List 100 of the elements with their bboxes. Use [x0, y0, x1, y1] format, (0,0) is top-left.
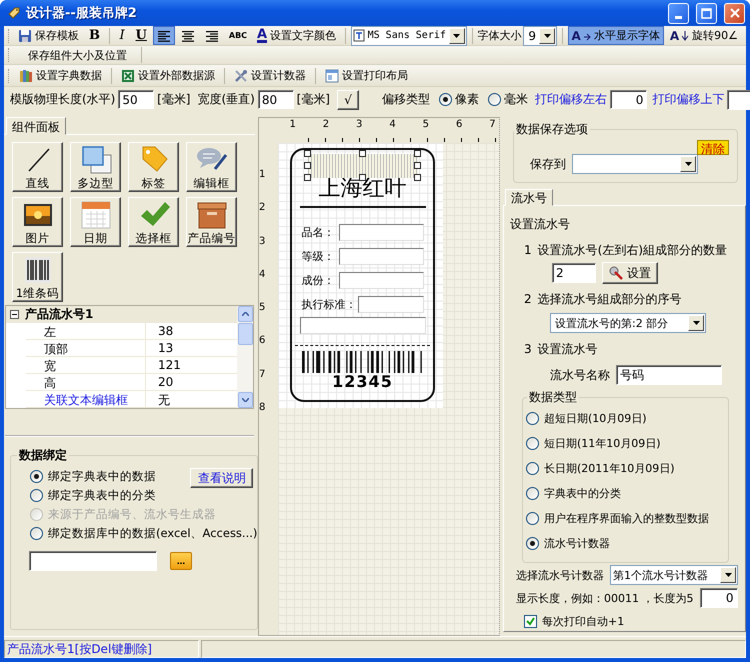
offset-x-field[interactable]: 0 — [610, 90, 648, 109]
ruler-number: 7 — [488, 118, 497, 132]
design-workspace[interactable]: 上海红叶 品名： 等级： 成份： 执行标准： 12345 — [278, 143, 499, 635]
right-arrow-icon — [584, 30, 591, 40]
ruler-number: 2 — [322, 118, 330, 132]
field-label[interactable]: 执行标准： — [302, 297, 356, 312]
tool-button[interactable]: 日期 — [70, 197, 121, 247]
property-value[interactable]: 无 — [146, 391, 170, 407]
group-title: 数据类型 — [528, 389, 578, 406]
font-orientation-button[interactable]: A 水平显示字体 — [568, 26, 664, 45]
font-size-dropdown[interactable]: 9 — [523, 26, 558, 46]
hang-tag[interactable]: 上海红叶 品名： 等级： 成份： 执行标准： 12345 — [290, 148, 435, 402]
radio-button[interactable] — [439, 93, 452, 106]
save-to-dropdown[interactable] — [572, 154, 698, 174]
ruler-number: 6 — [259, 335, 266, 348]
radio-button[interactable] — [526, 512, 539, 525]
bold-button[interactable]: B — [85, 26, 104, 45]
ruler-number: 4 — [259, 268, 266, 282]
help-button[interactable]: 查看说明 — [190, 468, 254, 488]
toolbar-button[interactable]: 设置字典数据 — [15, 66, 106, 85]
width-label: 宽度(垂直) — [198, 91, 255, 108]
apply-button[interactable]: √ — [337, 90, 360, 110]
panel-tab[interactable]: 组件面板 — [6, 117, 66, 135]
field-label[interactable]: 品名： — [302, 225, 338, 240]
tool-button[interactable]: 直线 — [12, 142, 63, 192]
scrollbar-thumb[interactable] — [238, 323, 252, 345]
serial-number-tab[interactable]: 流水号 — [505, 189, 553, 206]
radio-button[interactable] — [526, 537, 539, 550]
section-heading: 设置流水号 — [510, 216, 570, 232]
data-source-field[interactable] — [29, 551, 157, 571]
property-value[interactable]: 20 — [146, 374, 174, 390]
ruler-number: 5 — [259, 302, 266, 316]
radio-button[interactable] — [526, 487, 539, 500]
offset-y-field[interactable] — [727, 90, 750, 110]
name-field[interactable]: 号码 — [616, 365, 722, 385]
resize-handle[interactable] — [358, 150, 366, 157]
text-box[interactable] — [338, 248, 424, 265]
property-value[interactable]: 38 — [146, 323, 174, 339]
part-count-field[interactable]: 2 — [552, 263, 596, 283]
radio-button[interactable] — [526, 412, 539, 425]
minimize-button[interactable] — [668, 2, 689, 24]
width-field[interactable]: 80 — [258, 90, 294, 109]
tag-title[interactable]: 上海红叶 — [318, 176, 406, 202]
tool-button[interactable]: 图片 — [12, 197, 63, 247]
counter-dropdown[interactable]: 第1个流水号计数器 — [610, 565, 738, 585]
save-template-button[interactable]: 保存模板 — [14, 26, 83, 45]
property-value[interactable]: 13 — [146, 340, 174, 356]
italic-button[interactable]: I — [114, 26, 130, 45]
set-button[interactable]: 设置 — [602, 262, 658, 284]
window-icon — [325, 68, 339, 82]
tool-button[interactable]: 标签 — [128, 142, 179, 192]
underline-button[interactable]: U — [132, 26, 151, 45]
length-field[interactable]: 50 — [118, 90, 154, 109]
ruler-number: 1 — [288, 118, 297, 132]
property-value[interactable]: 121 — [146, 357, 181, 373]
field-label[interactable]: 成份： — [302, 273, 338, 288]
close-button[interactable] — [724, 2, 745, 24]
font-dropdown[interactable]: MS Sans Serif — [350, 26, 467, 46]
text-box[interactable] — [338, 272, 424, 289]
group-title: 数据保存选项 — [515, 121, 589, 138]
align-left-button[interactable] — [152, 26, 175, 45]
tool-button[interactable]: 选择框 — [128, 197, 179, 247]
radio-button[interactable] — [488, 93, 502, 106]
tool-button[interactable]: 1维条码 — [12, 252, 63, 302]
radio-button[interactable] — [30, 488, 43, 502]
field-label[interactable]: 等级： — [302, 249, 338, 264]
step-label: 选择流水号組成部分的序号 — [538, 290, 682, 308]
radio-label: 像素 — [455, 91, 480, 108]
unit-label: [毫米] — [157, 91, 190, 108]
browse-button[interactable]: ... — [170, 552, 192, 570]
toolbar-button[interactable]: 设置打印布局 — [321, 66, 412, 85]
radio-button[interactable] — [30, 526, 43, 540]
barcode-number[interactable]: 12345 — [332, 373, 393, 391]
text-color-button[interactable]: A 设置文字颜色 — [253, 26, 340, 45]
text-box[interactable] — [358, 296, 424, 313]
toolbar-button[interactable]: 设置计数器 — [230, 66, 310, 85]
barcode[interactable] — [302, 351, 424, 373]
tool-button[interactable]: 多边型 — [70, 142, 121, 192]
scroll-down-button[interactable] — [238, 392, 252, 408]
checkbox[interactable] — [524, 614, 537, 628]
ruler-number: 4 — [388, 118, 397, 132]
clear-button[interactable]: 清除 — [697, 140, 729, 155]
radio-button[interactable] — [30, 470, 43, 482]
length-field[interactable]: 0 — [700, 588, 738, 608]
tool-button[interactable]: 编辑框 — [186, 142, 237, 192]
step-label: 设置流水号(左到右)組成部分的数量 — [538, 242, 728, 258]
tool-button[interactable]: 产品编号 — [186, 197, 237, 247]
radio-button[interactable] — [526, 462, 539, 475]
collapse-icon[interactable] — [10, 310, 19, 319]
maximize-button[interactable] — [696, 2, 717, 24]
save-layout-button[interactable]: 保存组件大小及位置 — [15, 46, 136, 64]
font-orientation-button[interactable]: A 旋转90∠ — [666, 26, 742, 45]
toolbar-button[interactable]: 设置外部数据源 — [117, 66, 219, 85]
text-box[interactable] — [300, 317, 426, 334]
part-dropdown[interactable]: 设置流水号的第:2 部分 — [550, 313, 706, 333]
scroll-up-button[interactable] — [238, 306, 252, 322]
text-box[interactable] — [338, 224, 424, 241]
text-effect-button[interactable]: ABC — [224, 26, 252, 45]
radio-button[interactable] — [526, 437, 539, 450]
radio-label: 短日期(11年10月09日) — [544, 436, 661, 451]
